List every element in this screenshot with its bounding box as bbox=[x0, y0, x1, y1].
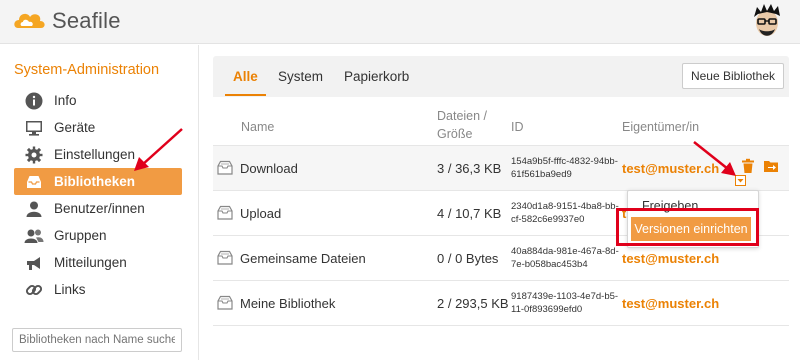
tab-bar: Alle System Papierkorb Neue Bibliothek bbox=[213, 56, 789, 97]
annotation-highlight-box bbox=[616, 208, 759, 246]
annotation-arrow-icon bbox=[134, 128, 183, 171]
library-id-line: 2340d1a8-9151-4ba8-bb- bbox=[511, 201, 619, 212]
sidebar-item-label: Mitteilungen bbox=[54, 255, 127, 270]
annotation-arrow-icon bbox=[693, 141, 736, 176]
library-id-line: 61f561ba9ed9 bbox=[511, 169, 572, 180]
library-id: 9187439e-1103-4e7d-b5- 11-0f893699efd0 bbox=[511, 290, 619, 316]
table-row[interactable]: Meine Bibliothek 2 / 293,5 KB 9187439e-1… bbox=[213, 281, 789, 326]
seafile-logo[interactable]: Seafile bbox=[12, 8, 121, 34]
info-icon bbox=[24, 91, 44, 111]
tab-system[interactable]: System bbox=[278, 69, 323, 84]
library-icon bbox=[217, 250, 233, 265]
library-size: 0 / 0 Bytes bbox=[437, 251, 499, 266]
sidebar-item-label: Einstellungen bbox=[54, 147, 136, 162]
user-avatar[interactable] bbox=[750, 3, 784, 41]
library-name[interactable]: Gemeinsame Dateien bbox=[240, 251, 366, 266]
library-icon bbox=[217, 160, 233, 175]
column-header-name: Name bbox=[241, 120, 275, 134]
library-id-line: 7e-b058bac453b4 bbox=[511, 259, 588, 270]
library-size: 3 / 36,3 KB bbox=[437, 161, 502, 176]
sidebar: System-Administration Info Geräte Einste… bbox=[0, 45, 199, 360]
sidebar-item-links[interactable]: Links bbox=[14, 276, 182, 303]
group-icon bbox=[24, 226, 44, 246]
library-id-line: 9187439e-1103-4e7d-b5- bbox=[511, 291, 619, 302]
library-id: 2340d1a8-9151-4ba8-bb- cf-582c6e9937e0 bbox=[511, 200, 619, 226]
sidebar-item-groups[interactable]: Gruppen bbox=[14, 222, 182, 249]
library-size: 2 / 293,5 KB bbox=[437, 296, 509, 311]
sidebar-item-label: Links bbox=[54, 282, 86, 297]
library-icon bbox=[217, 205, 233, 220]
library-size: 4 / 10,7 KB bbox=[437, 206, 502, 221]
sidebar-item-label: Gruppen bbox=[54, 228, 107, 243]
library-id-line: cf-582c6e9937e0 bbox=[511, 214, 585, 225]
cloud-logo-icon bbox=[14, 13, 45, 28]
sidebar-item-users[interactable]: Benutzer/innen bbox=[14, 195, 182, 222]
library-name[interactable]: Upload bbox=[240, 206, 281, 221]
sidebar-item-info[interactable]: Info bbox=[14, 87, 182, 114]
sidebar-item-label: Info bbox=[54, 93, 77, 108]
user-icon bbox=[24, 199, 44, 219]
top-header: Seafile bbox=[0, 0, 800, 44]
column-header-size: Größe bbox=[437, 127, 473, 141]
sidebar-nav: Info Geräte Einstellungen Bibliotheken B… bbox=[14, 87, 182, 303]
inbox-icon bbox=[24, 172, 44, 192]
column-header-files: Dateien / bbox=[437, 109, 488, 123]
library-owner[interactable]: test@muster.ch bbox=[622, 296, 719, 311]
tab-trash[interactable]: Papierkorb bbox=[344, 69, 409, 84]
megaphone-icon bbox=[24, 253, 44, 273]
library-search-input[interactable] bbox=[12, 328, 182, 352]
library-id: 154a9b5f-fffc-4832-94bb- 61f561ba9ed9 bbox=[511, 155, 619, 181]
library-owner[interactable]: test@muster.ch bbox=[622, 251, 719, 266]
tab-all[interactable]: Alle bbox=[233, 69, 258, 84]
column-header-owner: Eigentümer/in bbox=[622, 120, 700, 134]
sidebar-title: System-Administration bbox=[14, 62, 160, 78]
app-name: Seafile bbox=[52, 8, 121, 33]
transfer-icon[interactable] bbox=[763, 158, 779, 174]
library-id-line: 40a884da-981e-467a-8d- bbox=[511, 246, 619, 257]
library-id-line: 154a9b5f-fffc-4832-94bb- bbox=[511, 156, 618, 167]
library-name[interactable]: Download bbox=[240, 161, 298, 176]
library-id: 40a884da-981e-467a-8d- 7e-b058bac453b4 bbox=[511, 245, 619, 271]
library-name[interactable]: Meine Bibliothek bbox=[240, 296, 335, 311]
sidebar-item-notifications[interactable]: Mitteilungen bbox=[14, 249, 182, 276]
new-library-button[interactable]: Neue Bibliothek bbox=[681, 63, 784, 89]
sidebar-item-label: Geräte bbox=[54, 120, 96, 135]
active-tab-indicator bbox=[225, 94, 266, 96]
link-icon bbox=[24, 280, 44, 300]
gear-icon bbox=[24, 145, 44, 165]
monitor-icon bbox=[24, 118, 44, 138]
sidebar-item-label: Benutzer/innen bbox=[54, 201, 145, 216]
library-icon bbox=[217, 295, 233, 310]
column-header-id: ID bbox=[511, 120, 524, 134]
trash-icon[interactable] bbox=[740, 158, 756, 174]
sidebar-item-label: Bibliotheken bbox=[54, 174, 136, 189]
library-id-line: 11-0f893699efd0 bbox=[511, 304, 583, 315]
